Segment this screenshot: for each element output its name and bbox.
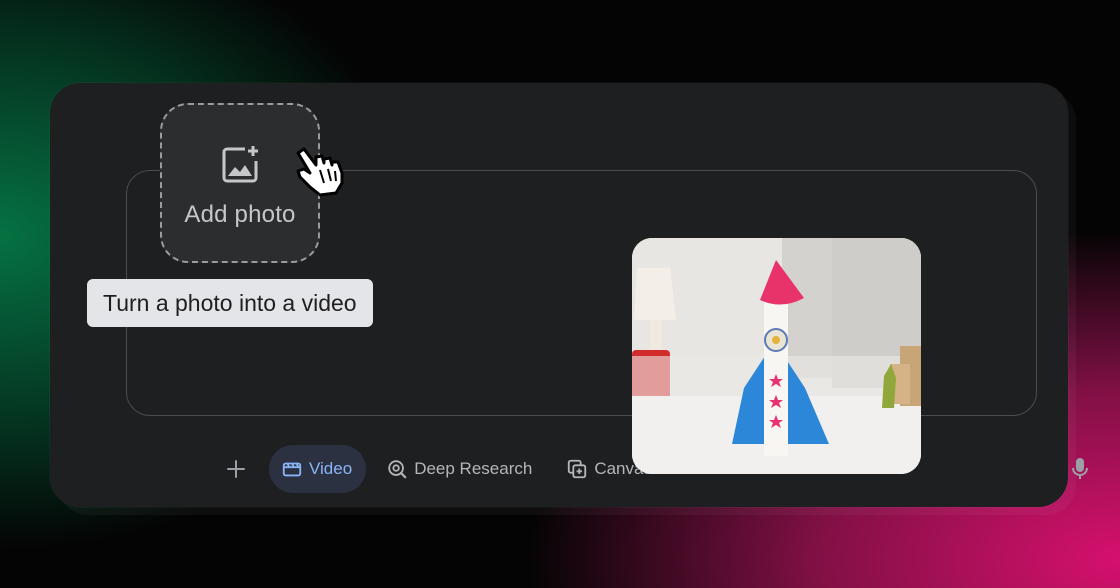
- microphone-icon[interactable]: [1069, 456, 1091, 482]
- add-image-icon: [222, 146, 258, 183]
- add-button[interactable]: [223, 456, 249, 482]
- rocket-photo-image: [632, 238, 921, 474]
- add-photo-label: Add photo: [184, 201, 296, 228]
- canvas-icon: [568, 459, 587, 479]
- deep-research-icon: [388, 460, 407, 479]
- composer-toolbar: Video Deep Research Canvas: [223, 444, 674, 494]
- deep-research-tool-label: Deep Research: [414, 459, 533, 478]
- tooltip-text: Turn a photo into a video: [103, 289, 357, 316]
- video-tool-label: Video: [309, 459, 353, 478]
- rocket-photo-preview: [632, 238, 921, 474]
- plus-icon: [227, 460, 245, 478]
- hand-pointer-cursor-icon: [296, 147, 344, 197]
- video-icon: [282, 462, 302, 477]
- deep-research-tool-button[interactable]: Deep Research: [374, 445, 546, 493]
- video-tool-button[interactable]: Video: [269, 445, 367, 493]
- tooltip: Turn a photo into a video: [87, 279, 373, 327]
- composer-panel: Video Deep Research Canvas Add photo Tur…: [50, 83, 1088, 507]
